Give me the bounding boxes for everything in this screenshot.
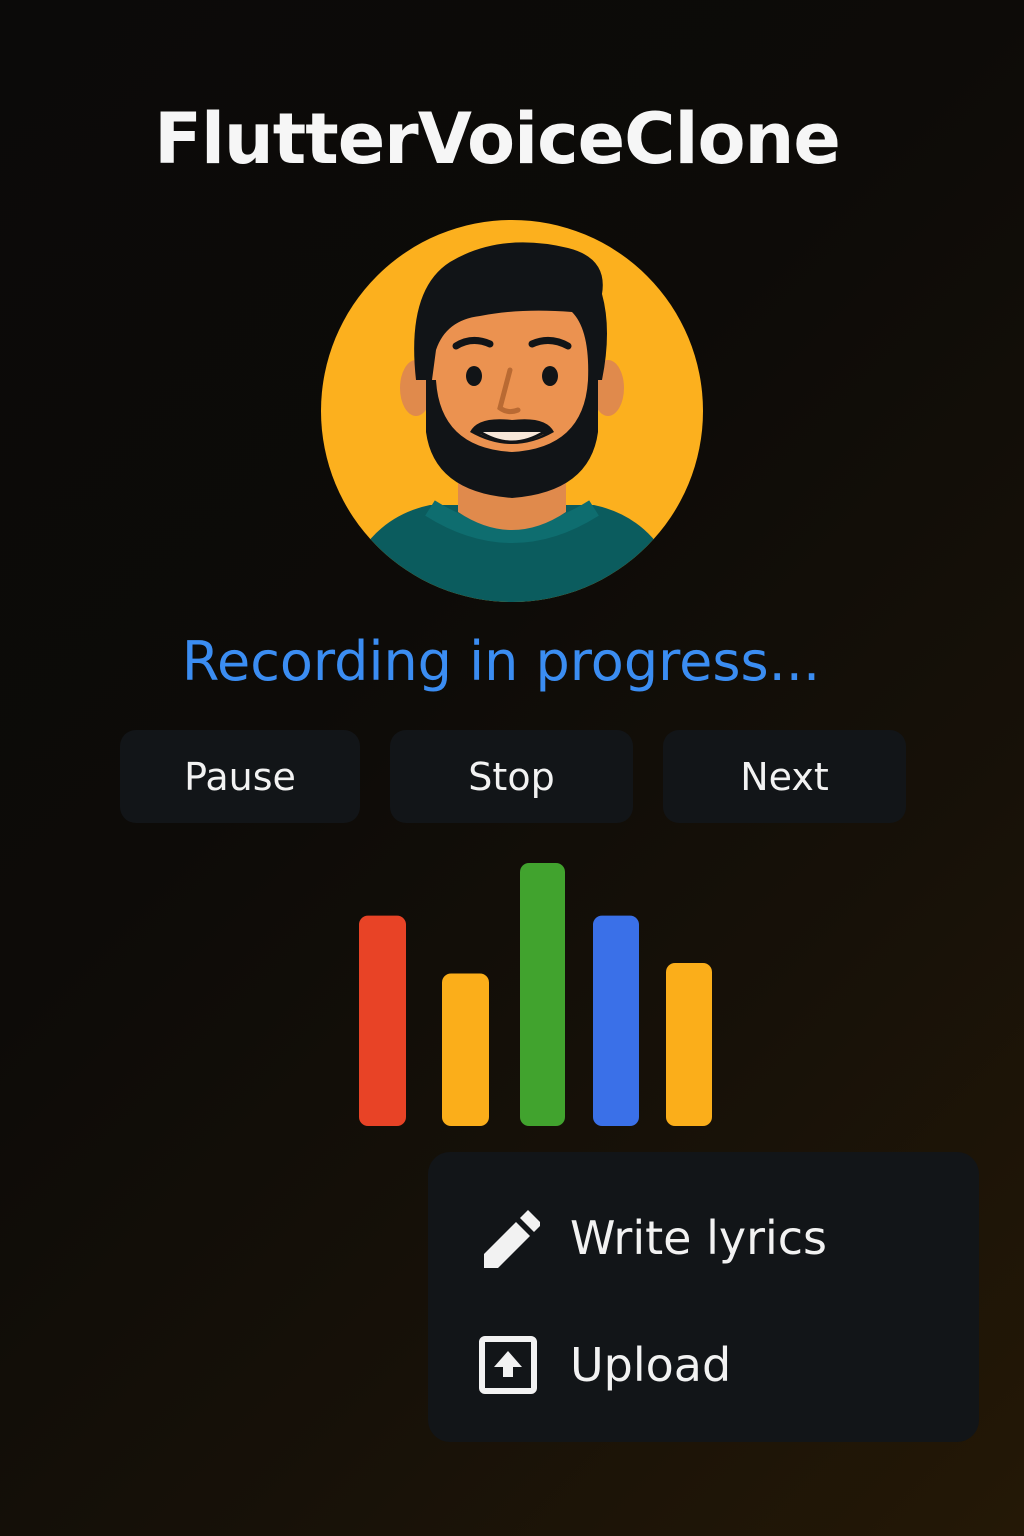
write-lyrics-label: Write lyrics [570,1211,828,1265]
recording-status: Recording in progress... [181,630,821,693]
upload-menu-item[interactable]: Upload [428,1310,979,1420]
avatar [320,220,704,602]
visualizer-bar [666,962,712,1126]
next-button[interactable]: Next [663,730,906,823]
pencil-icon [476,1206,540,1270]
upload-label: Upload [570,1338,732,1392]
app-title: FlutterVoiceClone [154,98,841,180]
pause-button[interactable]: Pause [120,730,360,823]
visualizer-bar [520,863,565,1126]
action-menu: Write lyrics Upload [428,1152,979,1442]
audio-level-visualizer [359,863,712,1126]
visualizer-bar [442,973,489,1126]
user-avatar-icon [321,220,703,602]
write-lyrics-menu-item[interactable]: Write lyrics [428,1183,979,1293]
stop-button[interactable]: Stop [390,730,633,823]
visualizer-bar [593,915,639,1126]
visualizer-bar [359,915,406,1126]
upload-icon [476,1333,540,1397]
